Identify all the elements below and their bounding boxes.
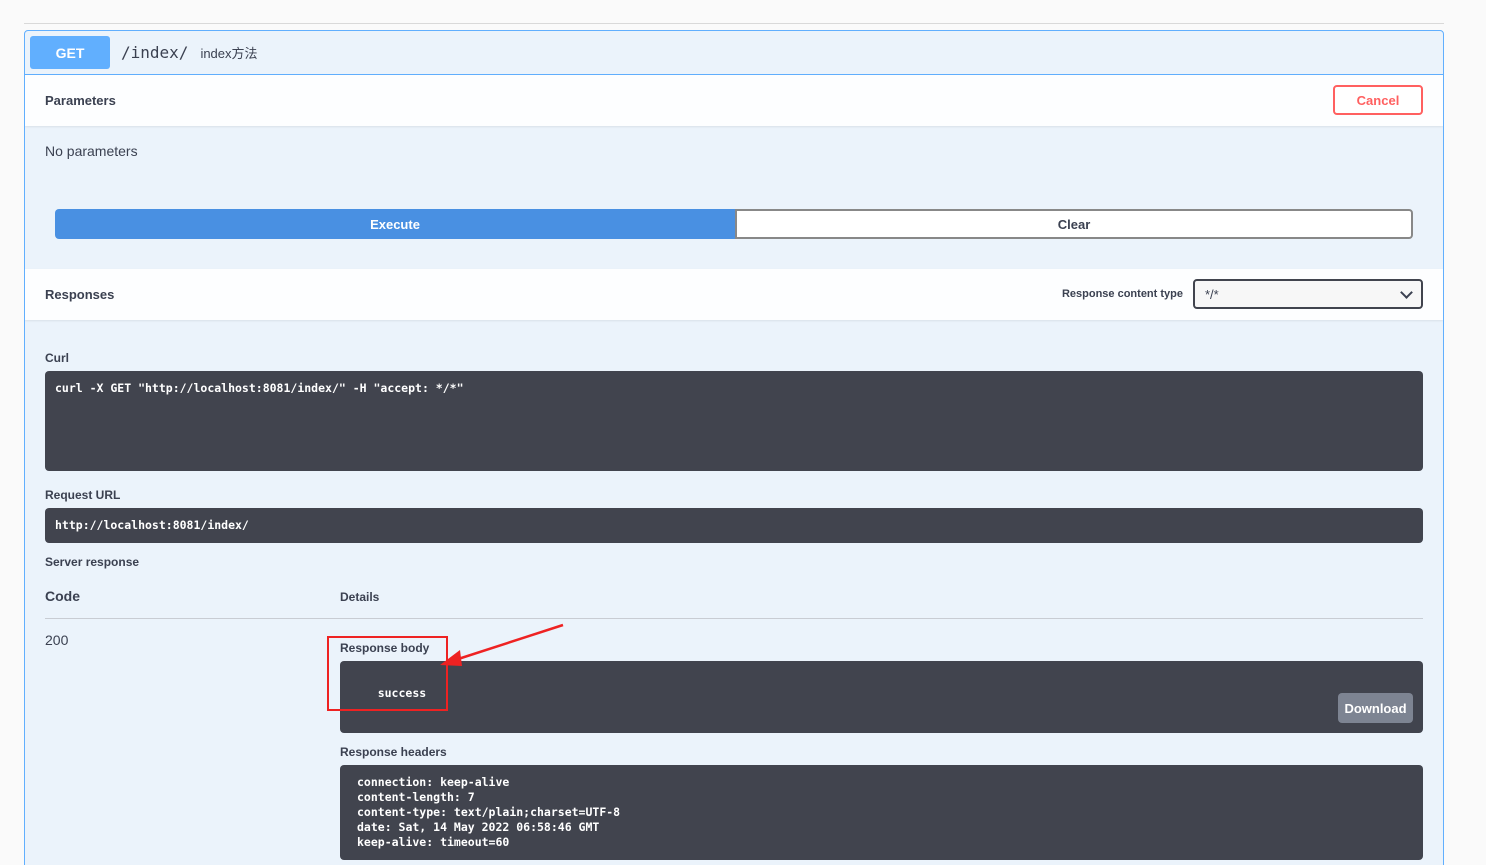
execute-clear-group: Execute Clear (55, 209, 1413, 239)
top-divider (24, 23, 1444, 24)
details-column-header: Details (340, 590, 380, 604)
method-badge: GET (30, 36, 110, 69)
no-parameters-text: No parameters (45, 143, 138, 159)
parameters-title: Parameters (45, 93, 116, 108)
operation-summary[interactable]: GET /index/ index方法 (25, 31, 1443, 75)
response-content-type-value: */* (1205, 286, 1219, 302)
annotation-highlight-box (327, 636, 448, 711)
execute-button[interactable]: Execute (55, 209, 735, 239)
download-button[interactable]: Download (1338, 693, 1413, 723)
response-status-code: 200 (45, 632, 69, 648)
response-content-type-label: Response content type (1061, 288, 1183, 300)
request-url-box[interactable]: http://localhost:8081/index/ (45, 508, 1423, 543)
response-headers-label: Response headers (340, 745, 447, 759)
response-headers-box[interactable]: connection: keep-alive content-length: 7… (340, 765, 1423, 860)
response-body-box[interactable]: success Download (340, 661, 1423, 733)
request-url-label: Request URL (45, 488, 121, 502)
server-response-label: Server response (45, 555, 140, 569)
chevron-down-icon (1400, 285, 1413, 299)
code-column-header: Code (45, 588, 80, 604)
curl-label: Curl (45, 351, 69, 365)
curl-command-box[interactable]: curl -X GET "http://localhost:8081/index… (45, 371, 1423, 471)
operation-block-get-index: GET /index/ index方法 Parameters Cancel No… (24, 30, 1444, 865)
responses-header: Responses Response content type */* (25, 269, 1443, 320)
operation-path: /index/ (121, 43, 189, 62)
clear-button[interactable]: Clear (735, 209, 1413, 239)
response-table-divider (45, 618, 1423, 619)
cancel-button[interactable]: Cancel (1333, 85, 1423, 115)
parameters-header: Parameters Cancel (25, 75, 1443, 126)
response-content-type-select[interactable]: */* (1193, 279, 1423, 309)
operation-description: index方法 (200, 46, 258, 61)
responses-title: Responses (45, 287, 115, 302)
